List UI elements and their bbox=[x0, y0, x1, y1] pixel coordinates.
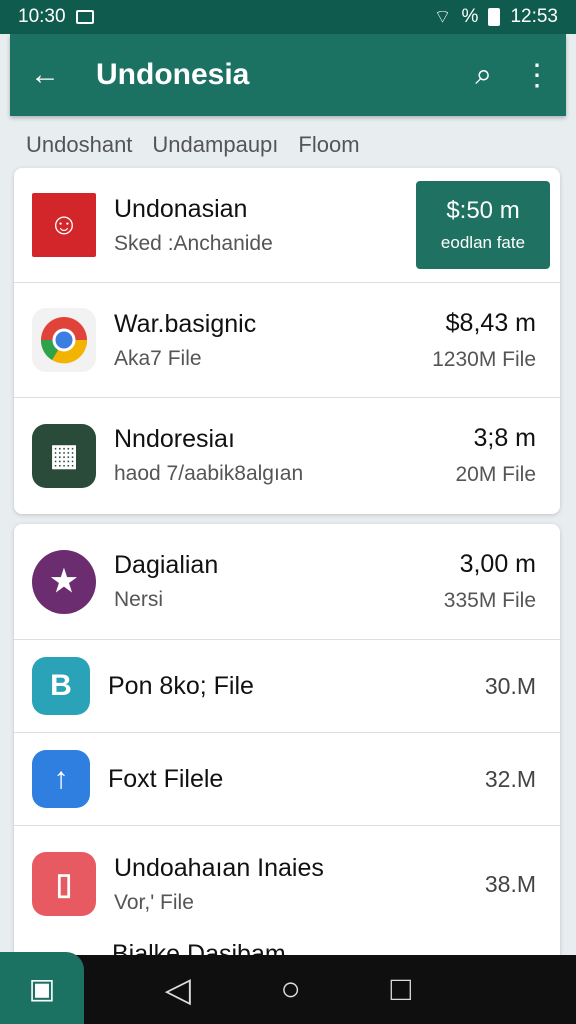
app-icon: ▣ bbox=[28, 972, 56, 1004]
nav-recents-icon[interactable]: □ bbox=[391, 970, 412, 1009]
more-vert-icon[interactable]: ⋮ bbox=[522, 58, 552, 93]
status-time-right: 12:53 bbox=[510, 6, 558, 27]
app-bar: ← Undonesia ⌕ ⋮ bbox=[10, 34, 566, 116]
upload-icon: ↑ bbox=[32, 750, 90, 808]
item-sub: Aka7 File bbox=[114, 346, 202, 370]
item-sub: Sked :Anchanide bbox=[114, 231, 273, 255]
item-price: $8,43 m bbox=[445, 308, 536, 337]
item-name: Undoahaıan Inaies bbox=[114, 853, 324, 882]
phone-icon: ▯ bbox=[32, 852, 96, 916]
signal-indicator: % bbox=[461, 6, 479, 27]
item-size: 335M File bbox=[443, 589, 536, 612]
chip-2[interactable]: Floom bbox=[298, 132, 359, 164]
item-size: 20M File bbox=[455, 463, 536, 486]
page-title: Undonesia bbox=[96, 58, 250, 91]
gallery-icon: ▦ bbox=[32, 423, 96, 488]
nav-back-icon[interactable]: ◁ bbox=[165, 970, 191, 1010]
status-bar: 10:30 ⌔ % 12:53 bbox=[0, 0, 576, 34]
notification-icon bbox=[75, 10, 94, 24]
b-logo-icon: B bbox=[32, 657, 90, 715]
list-item[interactable]: War.basignic Aka7 File $8,43 m 1230M Fil… bbox=[14, 283, 560, 398]
wifi-icon: ⌔ bbox=[433, 7, 452, 28]
item-name: Undonasian bbox=[114, 194, 248, 223]
list-item[interactable]: ↑ Foxt Filele 32.M bbox=[14, 733, 560, 826]
featured-card: ☺ Undonasian Sked :Anchanide $:50 m eodl… bbox=[14, 168, 560, 514]
item-size: 30.M bbox=[484, 672, 536, 699]
item-name: Foxt Filele bbox=[108, 764, 224, 793]
search-icon[interactable]: ⌕ bbox=[475, 58, 492, 92]
arrow-left-icon[interactable]: ← bbox=[30, 58, 60, 92]
item-sub: Vor,' File bbox=[114, 890, 194, 914]
item-size: 38.M bbox=[484, 870, 536, 897]
item-sub: Nersi bbox=[114, 588, 164, 611]
item-name: War.basignic bbox=[114, 309, 257, 338]
item-name: Nndoresiaı bbox=[114, 425, 235, 453]
nav-home-icon[interactable]: ○ bbox=[281, 970, 302, 1009]
status-time-left: 10:30 bbox=[18, 6, 66, 27]
flag-avatar-icon: ☺ bbox=[32, 193, 96, 257]
navigation-bar: ◁ ○ □ bbox=[0, 955, 576, 1024]
battery-icon bbox=[488, 8, 501, 26]
item-price: 3;8 m bbox=[473, 424, 536, 452]
item-sub: haod 7/aabik8algıan bbox=[114, 462, 304, 485]
list-item[interactable]: ▦ Nndoresiaı haod 7/aabik8algıan 3;8 m 2… bbox=[14, 398, 560, 513]
item-size: 1230M File bbox=[432, 347, 536, 371]
filter-chips: Undoshant Undampaupı Floom bbox=[26, 132, 556, 164]
item-price: 3,00 m bbox=[459, 550, 536, 578]
chrome-icon bbox=[32, 308, 96, 372]
list-item[interactable]: ☺ Undonasian Sked :Anchanide $:50 m eodl… bbox=[14, 168, 560, 283]
list-item[interactable]: ★ Dagialian Nersi 3,00 m 335M File bbox=[14, 524, 560, 640]
shield-star-icon: ★ bbox=[32, 549, 96, 614]
item-name: Pon 8ko; File bbox=[108, 671, 254, 700]
list-item[interactable]: ▯ Undoahaıan Inaies Vor,' File 38.M bbox=[14, 826, 560, 942]
apps-card: ★ Dagialian Nersi 3,00 m 335M File B Pon… bbox=[14, 524, 560, 964]
item-size: 32.M bbox=[484, 765, 536, 792]
item-name: Dagialian bbox=[114, 551, 219, 579]
chip-1[interactable]: Undampaupı bbox=[152, 132, 278, 164]
list-item[interactable]: B Pon 8ko; File 30.M bbox=[14, 640, 560, 733]
chip-0[interactable]: Undoshant bbox=[26, 132, 132, 164]
install-button[interactable]: $:50 m eodlan fate bbox=[416, 181, 550, 269]
app-drawer-button[interactable]: ▣ bbox=[0, 952, 84, 1024]
